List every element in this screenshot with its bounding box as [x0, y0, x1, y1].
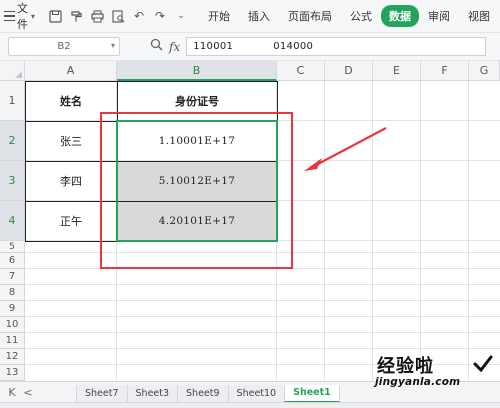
chevron-down-icon[interactable]: ⌄: [173, 8, 189, 24]
ribbon-tabs: 开始 插入 页面布局 公式 数据 审阅 视图 安: [199, 5, 500, 27]
row-header-10[interactable]: 10: [0, 317, 25, 333]
tab-review[interactable]: 审阅: [419, 5, 459, 27]
name-box[interactable]: B2 ▾: [8, 37, 120, 56]
tab-insert[interactable]: 插入: [239, 5, 279, 27]
tab-page-layout[interactable]: 页面布局: [279, 5, 341, 27]
tab-formulas[interactable]: 公式: [341, 5, 381, 27]
cell-b4[interactable]: 4.20101E+17: [117, 201, 277, 241]
row-header-2[interactable]: 2: [0, 121, 25, 161]
formula-value-right: 014000: [273, 41, 314, 52]
sheet-tabs: Sheet7 Sheet3 Sheet9 Sheet10 Sheet1: [76, 382, 340, 403]
cell-a2[interactable]: 张三: [25, 121, 117, 161]
column-header-a[interactable]: A: [25, 61, 117, 81]
row-header-13[interactable]: 13: [0, 365, 25, 381]
formula-tools: fx: [150, 38, 180, 55]
row-header-12[interactable]: 12: [0, 349, 25, 365]
cell-a4[interactable]: 正午: [25, 201, 117, 241]
sheet-tab-sheet1[interactable]: Sheet1: [284, 384, 340, 403]
print-preview-icon[interactable]: [110, 8, 126, 24]
column-header-g[interactable]: G: [469, 61, 500, 81]
quick-access-icons: ↶ ↷ ⌄: [47, 8, 189, 24]
cell-a1[interactable]: 姓名: [25, 81, 117, 121]
sheet-tab-sheet7[interactable]: Sheet7: [76, 384, 128, 403]
row-header-9[interactable]: 9: [0, 301, 25, 317]
save-icon[interactable]: [47, 8, 63, 24]
column-header-e[interactable]: E: [373, 61, 421, 81]
row-header-1[interactable]: 1: [0, 81, 25, 121]
row-header-6[interactable]: 6: [0, 253, 25, 269]
cell-b3[interactable]: 5.10012E+17: [117, 161, 277, 201]
first-sheet-icon[interactable]: K: [4, 386, 20, 399]
column-header-d[interactable]: D: [325, 61, 373, 81]
row-header-5[interactable]: 5: [0, 241, 25, 253]
table-divider: [25, 121, 278, 122]
file-menu[interactable]: 文件 ▾: [17, 0, 35, 32]
print-icon[interactable]: [89, 8, 105, 24]
cell-b1[interactable]: 身份证号: [117, 81, 277, 121]
watermark: 经验啦 jingyanla.com: [355, 352, 495, 402]
column-header-c[interactable]: C: [277, 61, 325, 81]
sheet-tab-sheet3[interactable]: Sheet3: [126, 384, 179, 403]
sheet-tab-sheet10[interactable]: Sheet10: [227, 384, 286, 403]
table-divider: [25, 201, 278, 202]
select-all-corner[interactable]: [0, 61, 25, 81]
watermark-title: 经验啦: [377, 356, 434, 377]
file-menu-label: 文件: [17, 2, 28, 31]
chevron-down-icon: ▾: [31, 11, 36, 21]
cell-b2[interactable]: 1.10001E+17: [117, 121, 277, 161]
column-header-b[interactable]: B: [117, 61, 277, 81]
sheet-tab-sheet9[interactable]: Sheet9: [177, 384, 229, 403]
chevron-down-icon: ▾: [110, 41, 115, 50]
tab-view[interactable]: 视图: [459, 5, 499, 27]
undo-icon[interactable]: ↶: [131, 8, 147, 24]
cell-a3[interactable]: 李四: [25, 161, 117, 201]
column-header-f[interactable]: F: [421, 61, 469, 81]
tab-data[interactable]: 数据: [381, 5, 420, 27]
row-header-4[interactable]: 4: [0, 201, 25, 241]
status-bar: [0, 402, 500, 408]
zoom-icon[interactable]: [150, 38, 163, 55]
hamburger-menu-icon[interactable]: [4, 5, 15, 27]
row-header-7[interactable]: 7: [0, 269, 25, 285]
table-divider: [25, 161, 278, 162]
insert-function-icon[interactable]: fx: [169, 40, 180, 54]
format-painter-icon[interactable]: [68, 8, 84, 24]
redo-icon[interactable]: ↷: [152, 8, 168, 24]
tab-home[interactable]: 开始: [199, 5, 239, 27]
name-box-value: B2: [57, 41, 71, 52]
ribbon-toolbar: 文件 ▾ ↶ ↷ ⌄ 开始 插入 页面布局 公式 数据 审阅 视图 安: [0, 0, 500, 33]
formula-value-left: 110001: [193, 41, 234, 52]
row-header-3[interactable]: 3: [0, 161, 25, 201]
row-header-11[interactable]: 11: [0, 333, 25, 349]
previous-sheet-icon[interactable]: <: [20, 386, 36, 399]
formula-bar: B2 ▾ fx 110001 014000: [0, 33, 500, 61]
checkmark-logo-icon: [473, 355, 493, 373]
watermark-url: jingyanla.com: [375, 376, 461, 388]
formula-input[interactable]: 110001 014000: [186, 37, 487, 56]
row-header-8[interactable]: 8: [0, 285, 25, 301]
